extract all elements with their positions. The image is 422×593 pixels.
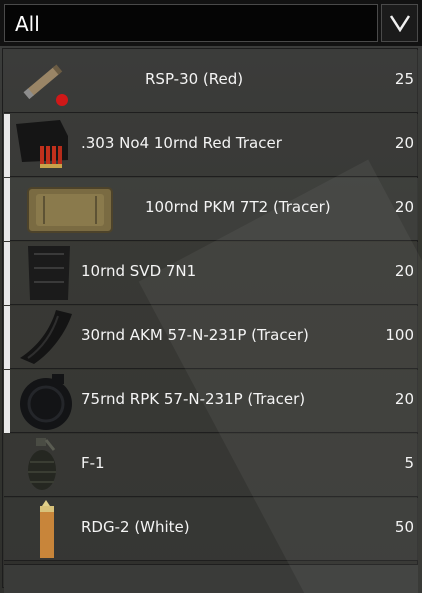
item-quantity: 50 xyxy=(394,518,414,536)
flare-icon xyxy=(23,64,68,106)
list-item[interactable]: 100rnd PKM 7T2 (Tracer) 20 xyxy=(4,178,418,241)
item-quantity: 100 xyxy=(385,326,414,344)
list-item[interactable]: 75rnd RPK 57-N-231P (Tracer) 20 xyxy=(4,370,418,433)
item-quantity: 25 xyxy=(394,70,414,88)
item-name: RDG-2 (White) xyxy=(81,518,190,536)
filter-selected-label: All xyxy=(15,12,40,36)
item-quantity: 20 xyxy=(394,134,414,152)
curved-magazine-icon xyxy=(20,310,72,364)
item-name: 10rnd SVD 7N1 xyxy=(81,262,197,280)
selection-accent xyxy=(4,242,10,305)
item-quantity: 20 xyxy=(394,390,414,408)
item-quantity: 20 xyxy=(394,198,414,216)
drum-magazine-icon xyxy=(20,374,72,430)
item-list[interactable]: RSP-30 (Red) 25 .303 No4 10rnd Red Trace… xyxy=(0,46,422,593)
list-item[interactable]: 30rnd AKM 57-N-231P (Tracer) 100 xyxy=(4,306,418,369)
selection-accent xyxy=(4,306,10,369)
item-name: F-1 xyxy=(81,454,105,472)
item-name: 100rnd PKM 7T2 (Tracer) xyxy=(145,198,331,216)
dropdown-toggle-button[interactable] xyxy=(381,4,418,42)
list-item[interactable]: F-1 5 xyxy=(4,434,418,497)
selection-accent xyxy=(4,370,10,433)
selection-accent xyxy=(4,178,10,241)
list-item[interactable]: .303 No4 10rnd Red Tracer 20 xyxy=(4,114,418,177)
list-item[interactable]: RDG-2 (White) 50 xyxy=(4,498,418,561)
list-item[interactable]: RSP-30 (Red) 25 xyxy=(4,50,418,113)
smoke-grenade-icon xyxy=(40,500,54,558)
filter-bar: All xyxy=(0,0,422,46)
item-name: RSP-30 (Red) xyxy=(145,70,244,88)
list-item[interactable]: 10rnd SVD 7N1 20 xyxy=(4,242,418,305)
grenade-icon xyxy=(28,438,56,490)
list-bottom-strip xyxy=(4,564,418,593)
category-filter-select[interactable]: All xyxy=(4,4,378,42)
ammo-pouch-icon xyxy=(27,187,113,233)
item-quantity: 20 xyxy=(394,262,414,280)
magazine-icon xyxy=(28,246,70,300)
item-name: 75rnd RPK 57-N-231P (Tracer) xyxy=(81,390,306,408)
chevron-down-icon xyxy=(389,15,411,32)
item-quantity: 5 xyxy=(404,454,414,472)
ammo-box-icon xyxy=(16,120,68,168)
item-name: .303 No4 10rnd Red Tracer xyxy=(81,134,282,152)
item-name: 30rnd AKM 57-N-231P (Tracer) xyxy=(81,326,309,344)
selection-accent xyxy=(4,114,10,177)
